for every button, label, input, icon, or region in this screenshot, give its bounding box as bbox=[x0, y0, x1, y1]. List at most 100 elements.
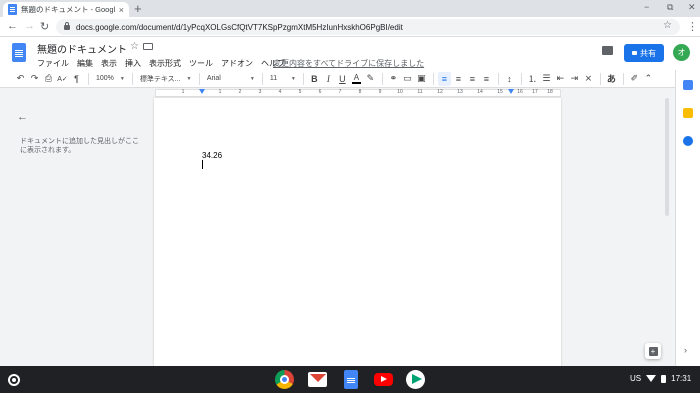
browser-menu-icon[interactable]: ⋮ bbox=[687, 20, 698, 33]
italic-icon[interactable]: I bbox=[322, 72, 335, 86]
explore-button[interactable]: + bbox=[645, 343, 661, 359]
tab-title: 無題のドキュメント - Google bbox=[21, 5, 115, 14]
menu-insert[interactable]: 挿入 bbox=[125, 58, 141, 69]
ruler-label: 16 bbox=[517, 89, 523, 95]
docs-header: 無題のドキュメント ☆ ファイル 編集 表示 挿入 表示形式 ツール アドオン … bbox=[0, 37, 700, 70]
address-bar-row: ← → ↻ docs.google.com/document/d/1yPcqXO… bbox=[0, 17, 700, 37]
menu-tools[interactable]: ツール bbox=[189, 58, 213, 69]
calendar-icon[interactable] bbox=[683, 80, 693, 90]
underline-icon[interactable]: U bbox=[336, 72, 349, 86]
menu-view[interactable]: 表示 bbox=[101, 58, 117, 69]
forward-arrow-icon[interactable]: → bbox=[24, 20, 35, 32]
youtube-app-icon[interactable] bbox=[374, 373, 393, 386]
keep-icon[interactable] bbox=[683, 108, 693, 118]
ruler-label: 1 bbox=[181, 89, 185, 95]
align-left-icon[interactable]: ≡ bbox=[437, 71, 451, 86]
insert-image-icon[interactable]: ▣ bbox=[415, 72, 428, 86]
docs-logo-icon[interactable] bbox=[12, 43, 26, 62]
decrease-indent-icon[interactable]: ⇤ bbox=[554, 72, 567, 86]
document-scrollbar[interactable] bbox=[664, 98, 670, 366]
close-window-button[interactable]: ✕ bbox=[688, 2, 696, 13]
avatar[interactable]: オ bbox=[673, 44, 690, 61]
text-color-icon[interactable]: A bbox=[350, 72, 363, 86]
document-body-text: 34.26 bbox=[202, 151, 223, 160]
back-arrow-icon[interactable]: ← bbox=[7, 20, 18, 32]
star-icon[interactable]: ☆ bbox=[130, 41, 139, 52]
browser-tab[interactable]: 無題のドキュメント - Google × bbox=[3, 2, 129, 17]
spellcheck-icon[interactable]: A✓ bbox=[56, 72, 69, 86]
align-justify-icon[interactable]: ≡ bbox=[480, 72, 493, 86]
clear-formatting-icon[interactable]: ⨯ bbox=[582, 72, 595, 86]
ruler-label: 8 bbox=[358, 89, 362, 95]
zoom-select[interactable]: 100% ▼ bbox=[93, 72, 128, 86]
highlight-color-icon[interactable]: ✎ bbox=[364, 72, 377, 86]
right-indent-marker[interactable] bbox=[508, 89, 514, 94]
docs-favicon-icon bbox=[8, 4, 17, 15]
divider bbox=[497, 72, 499, 85]
menu-edit[interactable]: 編集 bbox=[77, 58, 93, 69]
zoom-value: 100% bbox=[96, 75, 114, 82]
close-outline-icon[interactable]: ← bbox=[17, 111, 28, 123]
insert-comment-icon[interactable]: ▭ bbox=[401, 72, 414, 86]
align-center-icon[interactable]: ≡ bbox=[452, 72, 465, 86]
new-tab-button[interactable]: + bbox=[134, 1, 142, 16]
move-folder-icon[interactable] bbox=[143, 43, 153, 50]
launcher-icon[interactable] bbox=[8, 374, 20, 386]
undo-icon[interactable]: ↶ bbox=[14, 72, 27, 86]
expand-panel-icon[interactable]: › bbox=[684, 345, 687, 355]
reload-icon[interactable]: ↻ bbox=[40, 20, 49, 33]
align-right-icon[interactable]: ≡ bbox=[466, 72, 479, 86]
chrome-app-icon[interactable] bbox=[275, 370, 294, 389]
redo-icon[interactable]: ↷ bbox=[28, 72, 41, 86]
document-title[interactable]: 無題のドキュメント bbox=[37, 41, 127, 56]
tab-close-button[interactable]: × bbox=[119, 5, 124, 15]
font-size-select[interactable]: 11 ▼ bbox=[267, 72, 299, 86]
comment-history-icon[interactable] bbox=[602, 46, 613, 55]
input-tools-icon[interactable]: あ bbox=[605, 72, 618, 86]
insert-link-icon[interactable]: ⚭ bbox=[387, 72, 400, 86]
editing-mode-icon[interactable]: ✐ bbox=[628, 72, 641, 86]
divider bbox=[261, 72, 263, 85]
collapse-toolbar-icon[interactable]: ⌃ bbox=[642, 72, 655, 86]
bulleted-list-icon[interactable]: ☰ bbox=[540, 72, 553, 86]
tab-strip: 無題のドキュメント - Google × + − ⧉ ✕ bbox=[0, 0, 700, 17]
style-select[interactable]: 標準テキス... ▼ bbox=[137, 72, 195, 86]
share-button[interactable]: 共有 bbox=[624, 44, 664, 62]
lock-icon bbox=[632, 51, 637, 55]
explore-icon: + bbox=[648, 346, 658, 356]
ruler-label: 5 bbox=[298, 89, 302, 95]
omnibox[interactable]: docs.google.com/document/d/1yPcqXOLGsCfQ… bbox=[56, 19, 680, 35]
print-icon[interactable]: ⎙ bbox=[42, 72, 55, 86]
status-area[interactable]: US 17:31 bbox=[630, 374, 691, 383]
ruler-label: 12 bbox=[437, 89, 443, 95]
menu-file[interactable]: ファイル bbox=[37, 58, 69, 69]
bold-icon[interactable]: B bbox=[308, 72, 321, 86]
document-page[interactable]: 34.26 bbox=[154, 98, 561, 366]
left-indent-marker[interactable] bbox=[199, 89, 205, 94]
divider bbox=[599, 72, 601, 85]
docs-app-icon[interactable] bbox=[344, 370, 358, 389]
restore-button[interactable]: ⧉ bbox=[667, 2, 673, 13]
scrollbar-thumb[interactable] bbox=[665, 98, 669, 216]
divider bbox=[302, 72, 304, 85]
menu-addons[interactable]: アドオン bbox=[221, 58, 253, 69]
bookmark-star-icon[interactable]: ☆ bbox=[663, 20, 672, 31]
outline-hint: ドキュメントに追加した見出しがここに表示されます。 bbox=[20, 138, 139, 154]
tasks-icon[interactable] bbox=[683, 136, 693, 146]
save-status-link[interactable]: 変更内容をすべてドライブに保存しました bbox=[273, 58, 424, 69]
numbered-list-icon[interactable]: ⒈ bbox=[526, 72, 539, 86]
minimize-button[interactable]: − bbox=[644, 2, 649, 12]
ruler-label: 6 bbox=[318, 89, 322, 95]
lock-icon bbox=[64, 21, 70, 30]
play-store-app-icon[interactable] bbox=[406, 370, 425, 389]
ruler-label: 17 bbox=[532, 89, 538, 95]
line-spacing-icon[interactable]: ↕ bbox=[503, 72, 516, 86]
gmail-app-icon[interactable] bbox=[308, 372, 327, 387]
font-select[interactable]: Arial ▼ bbox=[204, 72, 258, 86]
wifi-icon bbox=[646, 375, 657, 382]
increase-indent-icon[interactable]: ⇥ bbox=[568, 72, 581, 86]
paint-format-icon[interactable]: ¶ bbox=[70, 72, 83, 86]
ruler-label: 4 bbox=[278, 89, 282, 95]
menu-format[interactable]: 表示形式 bbox=[149, 58, 181, 69]
divider bbox=[131, 72, 133, 85]
